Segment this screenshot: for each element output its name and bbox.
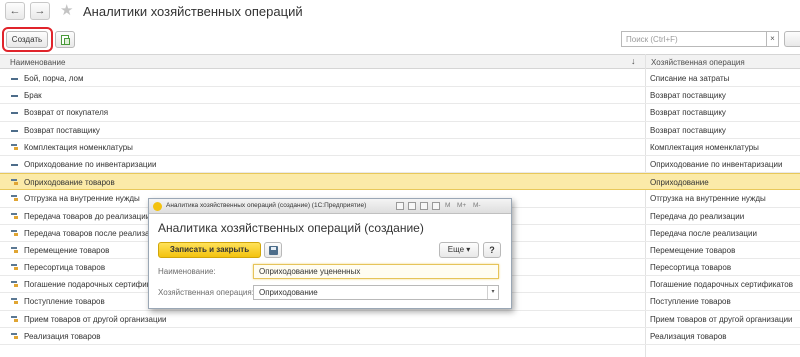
item-icon [11,95,18,98]
name-field[interactable]: Оприходование уцененных [253,264,499,279]
search-input[interactable]: Поиск (Ctrl+F) [621,31,767,47]
table-row[interactable]: Прием товаров от другой организации Прием… [0,311,800,328]
notes-icon[interactable] [396,202,404,210]
save-icon [269,246,278,255]
create-dialog: Аналитика хозяйственных операций (создан… [148,198,512,309]
predefined-item-icon [11,263,18,271]
sort-arrow-icon: ↓ [631,56,636,66]
table-row[interactable]: Реализация товаров Реализация товаров [0,328,800,345]
calculator-icon[interactable] [432,202,440,210]
item-icon [11,129,18,132]
table-row[interactable]: Оприходование по инвентаризации Оприходов… [0,156,800,174]
help-button[interactable]: ? [483,242,501,258]
predefined-item-icon [11,280,18,288]
arrow-right-icon: → [34,5,46,17]
search-clear-button[interactable]: × [767,31,779,47]
item-icon [11,163,18,166]
memory-button[interactable]: M [445,202,450,209]
arrow-left-icon: ← [9,5,21,17]
1c-logo-icon [153,202,162,211]
operation-label: Хозяйственная операция: [158,288,254,297]
item-icon [11,112,18,115]
table-row[interactable]: Брак Возврат поставщику [0,87,800,105]
title-bar: ← → ★ Аналитики хозяйственных операций [0,0,800,26]
back-button[interactable]: ← [5,2,25,20]
item-icon [11,78,18,80]
operation-value: Оприходование [259,288,318,297]
create-button[interactable]: Создать [6,31,48,48]
predefined-item-icon [11,178,18,186]
table-row[interactable]: Комплектация номенклатуры Комплектация но… [0,139,800,156]
search-placeholder: Поиск (Ctrl+F) [626,35,678,44]
operation-select[interactable]: Оприходование ▾ [253,285,499,300]
name-label: Наименование: [158,267,216,276]
dialog-title: Аналитика хозяйственных операций (создан… [158,221,424,235]
more-button[interactable]: Еще ▾ [439,242,479,258]
predefined-item-icon [11,315,18,322]
predefined-item-icon [11,297,18,305]
table-header: Наименование ↓ Хозяйственная операция [0,54,800,69]
dialog-titlebar[interactable]: Аналитика хозяйственных операций (создан… [149,199,511,214]
predefined-item-icon [11,332,18,339]
search-button[interactable] [784,31,800,47]
table-row[interactable]: Возврат поставщику Возврат поставщику [0,122,800,139]
calendar-icon[interactable] [420,202,428,210]
predefined-item-icon [11,212,18,219]
forward-button[interactable]: → [30,2,50,20]
copy-button[interactable] [55,31,75,48]
predefined-item-icon [11,143,18,150]
column-header-operation[interactable]: Хозяйственная операция [651,58,745,67]
table-row-selected[interactable]: Оприходование товаров Оприходование [0,173,800,191]
page-title: Аналитики хозяйственных операций [83,4,303,19]
memory-plus-button[interactable]: M+ [457,202,466,209]
link-icon[interactable] [408,202,416,210]
table-row[interactable]: Возврат от покупателя Возврат поставщику [0,104,800,122]
star-icon[interactable]: ★ [60,2,73,20]
column-header-name[interactable]: Наименование [10,58,65,67]
predefined-item-icon [11,194,18,202]
dialog-window-title: Аналитика хозяйственных операций (создан… [166,202,367,209]
save-button[interactable] [264,242,282,258]
table-row[interactable]: Бой, порча, лом Списание на затраты [0,70,800,88]
memory-minus-button[interactable]: M- [473,202,481,209]
save-and-close-button[interactable]: Записать и закрыть [158,242,261,258]
predefined-item-icon [11,246,18,253]
predefined-item-icon [11,229,18,236]
chevron-down-icon[interactable]: ▾ [487,286,498,299]
